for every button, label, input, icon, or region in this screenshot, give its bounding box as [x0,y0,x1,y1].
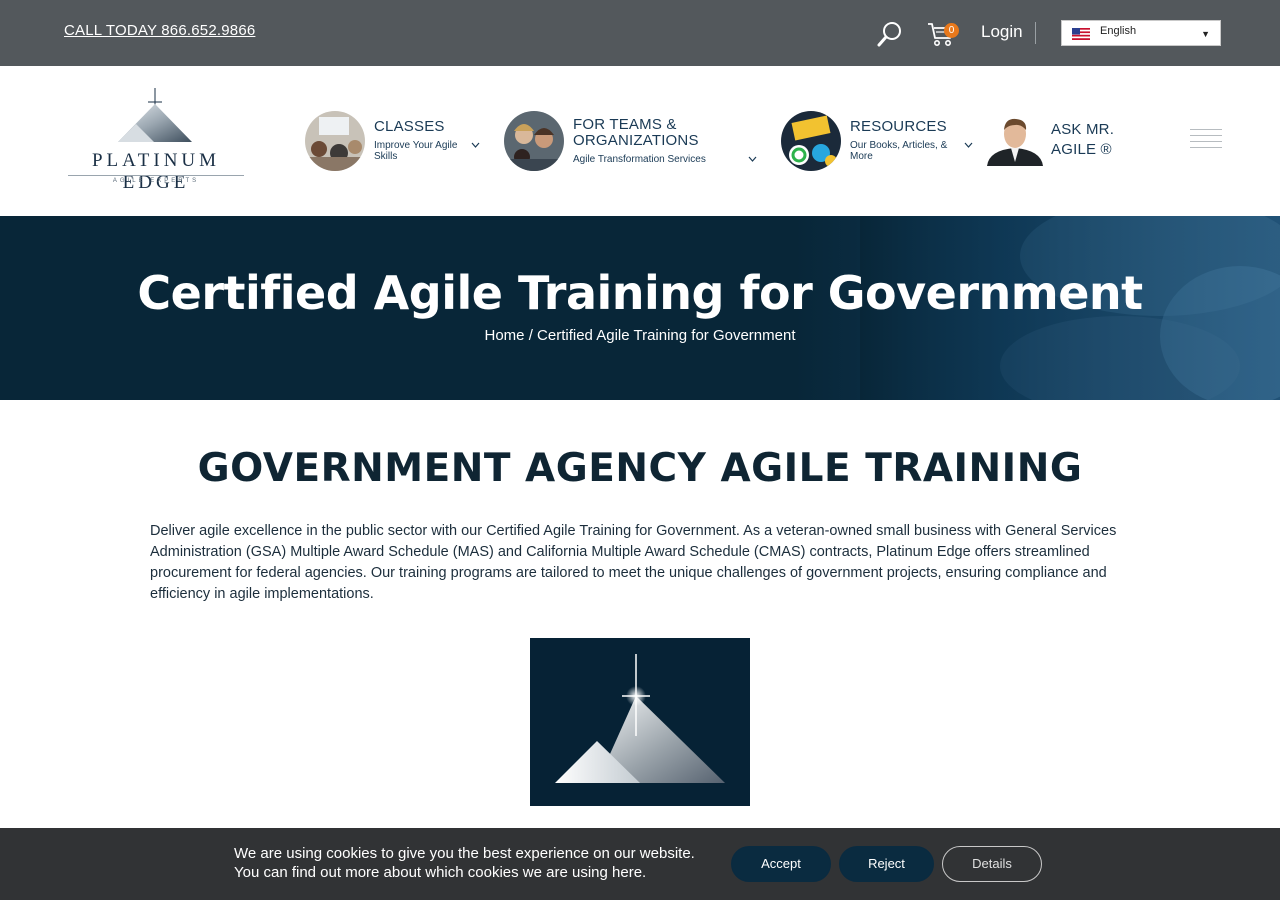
nav-classes-subtitle: Improve Your Agile Skills [374,140,458,162]
reject-cookies-button[interactable]: Reject [839,846,934,882]
hamburger-menu-icon[interactable] [1190,129,1222,151]
chevron-down-icon [748,156,757,162]
nav-classes-title: CLASSES [374,118,445,135]
caret-down-icon: ▼ [1201,29,1210,39]
nav-teams-title: FOR TEAMS & ORGANIZATIONS [573,116,699,149]
breadcrumb-home-link[interactable]: Home [485,327,525,344]
mountain-star-logo-icon [555,654,725,783]
cookie-message: We are using cookies to give you the bes… [234,844,695,882]
teams-thumbnail [504,111,564,171]
nav-teams-organizations[interactable]: FOR TEAMS & ORGANIZATIONS Agile Transfor… [504,111,764,173]
us-flag-icon [1072,28,1090,40]
classes-thumbnail [305,111,365,171]
language-label: English [1100,25,1137,37]
platinum-edge-logo[interactable]: PLATINUM EDGE AGILE EXPERTS [64,86,246,193]
chevron-down-icon [964,142,973,148]
divider [1035,22,1036,44]
mr-agile-portrait [985,114,1045,166]
nav-ask-mr-agile-title: ASK MR. AGILE ® [1051,121,1115,158]
brand-tagline: AGILE EXPERTS [68,175,244,184]
logo-mark-icon [118,88,192,142]
cookie-message-suffix: . [642,864,647,881]
section-title: GOVERNMENT AGENCY AGILE TRAINING [197,446,1083,491]
cookie-consent-bar: We are using cookies to give you the bes… [0,828,1280,900]
intro-paragraph: Deliver agile excellence in the public s… [150,523,1117,602]
nav-resources-title: RESOURCES [850,118,947,135]
accept-cookies-button[interactable]: Accept [731,846,831,882]
cookie-message-prefix: You can find out more about which cookie… [234,864,613,881]
cookie-details-button[interactable]: Details [942,846,1042,882]
nav-classes[interactable]: CLASSES Improve Your Agile Skills [305,111,495,173]
platinum-edge-logo-image [530,638,750,806]
nav-ask-mr-agile[interactable]: ASK MR. AGILE ® [985,114,1165,166]
search-icon[interactable] [876,20,904,48]
chevron-down-icon [471,142,480,148]
nav-resources[interactable]: RESOURCES Our Books, Articles, & More [781,111,977,173]
cart-count-badge: 0 [944,23,959,38]
breadcrumb: Home / Certified Agile Training for Gove… [0,327,1280,344]
page-title: Certified Agile Training for Government [137,266,1143,320]
top-utility-bar: CALL TODAY 866.652.9866 0 Login English … [0,0,1280,66]
breadcrumb-current: Certified Agile Training for Government [537,327,796,344]
language-select[interactable]: English ▼ [1061,20,1221,46]
cookie-message-line2: You can find out more about which cookie… [234,863,695,882]
cookie-message-line1: We are using cookies to give you the bes… [234,845,695,862]
nav-teams-subtitle: Agile Transformation Services [573,154,706,165]
breadcrumb-separator: / [528,327,533,344]
brand-name: PLATINUM EDGE [91,150,221,193]
cookie-here-link[interactable]: here [612,864,642,881]
site-header: PLATINUM EDGE AGILE EXPERTS CLASSES Impr… [0,66,1280,216]
call-phone-link[interactable]: CALL TODAY 866.652.9866 [64,22,255,39]
login-link[interactable]: Login [981,22,1023,42]
hero-banner: Certified Agile Training for Government … [0,216,1280,400]
resources-thumbnail [781,111,841,171]
nav-resources-subtitle: Our Books, Articles, & More [850,140,948,162]
